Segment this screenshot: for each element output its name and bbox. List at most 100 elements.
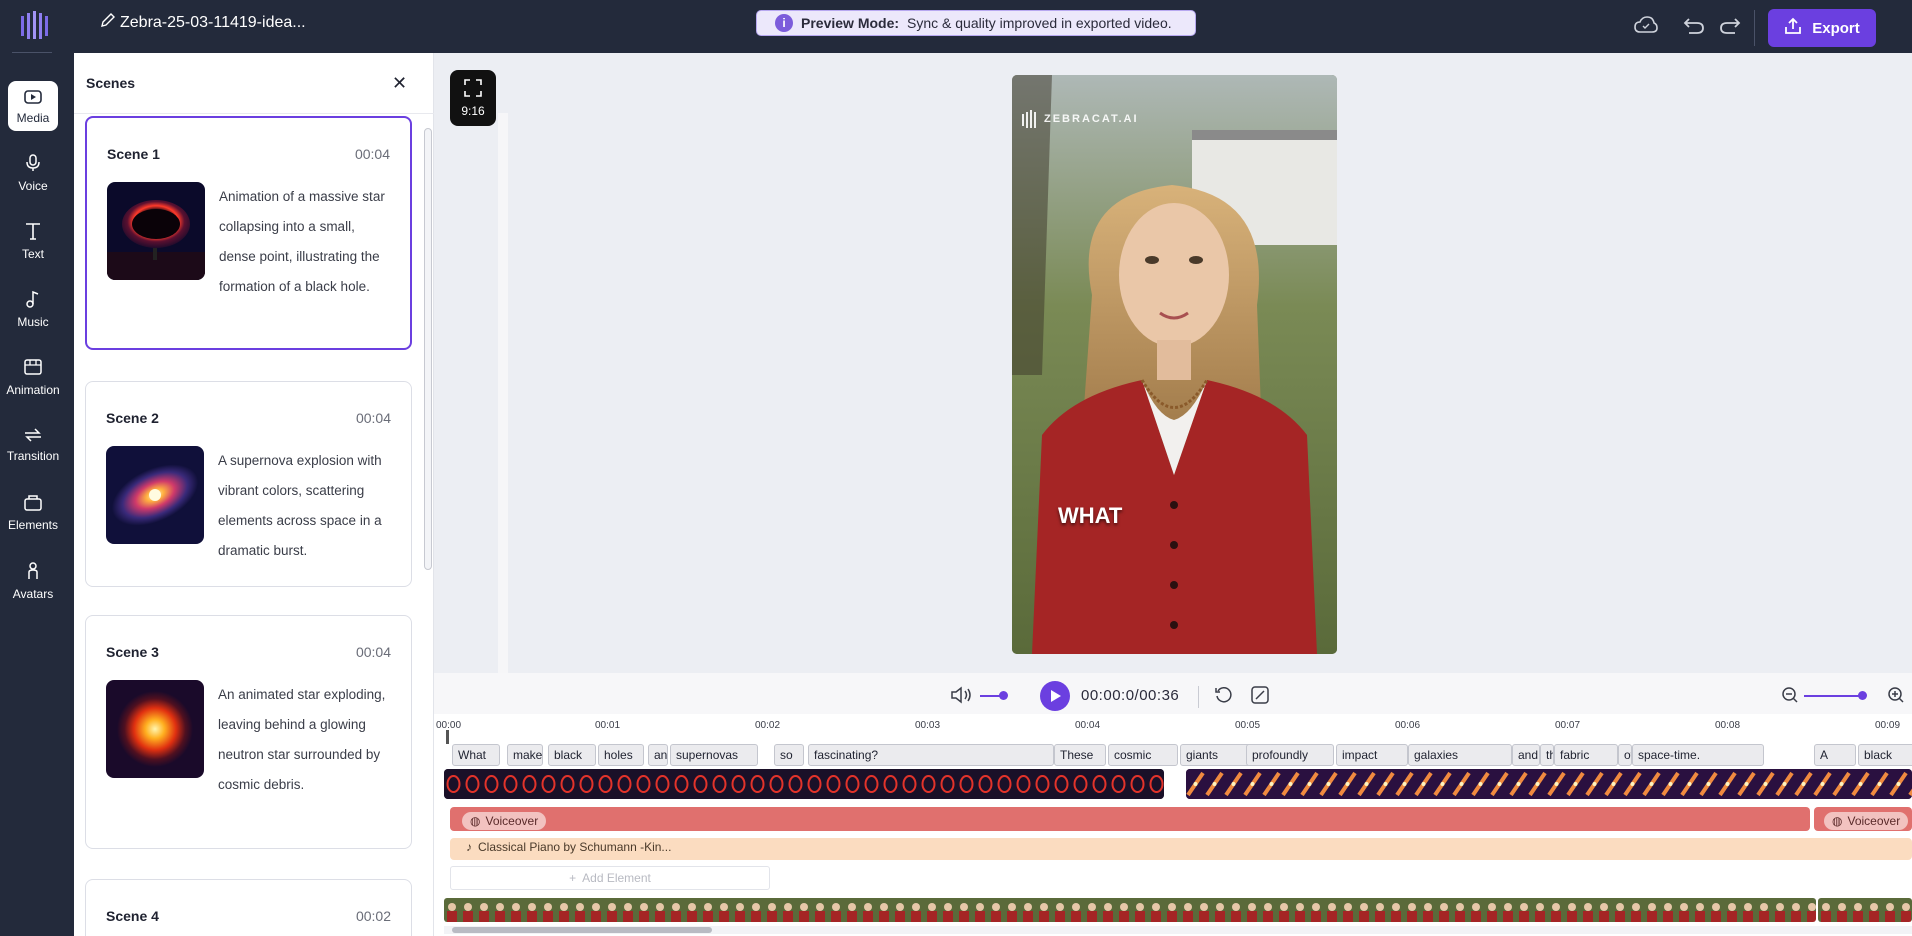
aspect-ratio-button[interactable]: 9:16 bbox=[450, 70, 496, 126]
volume-slider-knob[interactable] bbox=[999, 691, 1008, 700]
word-chip[interactable]: of bbox=[1618, 744, 1632, 766]
word-chip[interactable]: giants bbox=[1180, 744, 1256, 766]
presenter-avatar-image bbox=[1012, 75, 1337, 654]
add-element-label: Add Element bbox=[582, 871, 651, 885]
word-chip[interactable]: fabric bbox=[1554, 744, 1618, 766]
scene-thumbnail[interactable] bbox=[107, 182, 205, 280]
ruler-tick: 00:01 bbox=[595, 720, 621, 731]
controls-divider bbox=[1198, 686, 1199, 708]
word-chip[interactable]: impact bbox=[1336, 744, 1408, 766]
aspect-ratio-label: 9:16 bbox=[461, 103, 485, 118]
upload-icon bbox=[1784, 17, 1802, 39]
scene-card[interactable]: Scene 1 00:04 Animation of a massive sta… bbox=[85, 116, 412, 350]
video-caption[interactable]: WHAT bbox=[1058, 503, 1122, 529]
info-icon: i bbox=[775, 14, 793, 32]
video-preview[interactable]: ZEBRACAT.AI WHAT bbox=[1012, 75, 1337, 654]
word-chip[interactable]: and bbox=[648, 744, 668, 766]
scenes-scrollbar[interactable] bbox=[424, 128, 432, 570]
ruler-tick: 00:07 bbox=[1555, 720, 1581, 731]
nav-animation[interactable]: Animation bbox=[0, 349, 66, 405]
cloud-save-icon[interactable] bbox=[1634, 14, 1658, 38]
scenes-panel: Scenes ✕ Scene 1 00:04 Animation of a ma… bbox=[74, 53, 508, 936]
ruler-tick: 00:02 bbox=[755, 720, 781, 731]
nav-avatars[interactable]: Avatars bbox=[0, 553, 66, 609]
add-element-button[interactable]: + Add Element bbox=[450, 866, 770, 890]
word-chip[interactable]: so bbox=[774, 744, 804, 766]
scene-name: Scene 2 bbox=[106, 410, 159, 426]
word-chip[interactable]: supernovas bbox=[670, 744, 758, 766]
music-note-icon: ♪ bbox=[466, 840, 472, 854]
fullscreen-icon bbox=[464, 78, 482, 100]
nav-voice[interactable]: Voice bbox=[0, 145, 66, 201]
word-chip[interactable]: profoundly bbox=[1246, 744, 1334, 766]
volume-icon[interactable] bbox=[950, 683, 974, 707]
word-chip[interactable]: black bbox=[1858, 744, 1912, 766]
zoom-slider-knob[interactable] bbox=[1858, 691, 1867, 700]
timecode: 00:00:0/00:36 bbox=[1081, 687, 1180, 704]
animation-icon bbox=[24, 358, 42, 379]
word-chip[interactable]: space-time. bbox=[1632, 744, 1764, 766]
close-icon[interactable]: ✕ bbox=[392, 73, 407, 94]
word-chip[interactable]: and bbox=[1512, 744, 1540, 766]
voiceover-track[interactable] bbox=[450, 807, 1810, 831]
nav-text[interactable]: Text bbox=[0, 213, 66, 269]
voiceover-chip[interactable]: ◍ Voiceover bbox=[1824, 812, 1909, 830]
avatar-track[interactable] bbox=[444, 898, 1816, 922]
replay-icon[interactable] bbox=[1212, 683, 1236, 707]
elements-icon bbox=[24, 494, 42, 514]
edit-frame-icon[interactable] bbox=[1248, 683, 1272, 707]
word-chip[interactable]: What bbox=[452, 744, 500, 766]
nav-elements-label: Elements bbox=[7, 517, 59, 532]
project-title[interactable]: Zebra-25-03-11419-idea... bbox=[100, 12, 306, 33]
scene-card[interactable]: Scene 4 00:02 bbox=[85, 879, 412, 936]
scene-thumbnail[interactable] bbox=[106, 446, 204, 544]
ruler-tick: 00:08 bbox=[1715, 720, 1741, 731]
preview-mode-banner: i Preview Mode: Sync & quality improved … bbox=[756, 10, 1196, 36]
word-chip[interactable]: A bbox=[1814, 744, 1856, 766]
nav-elements[interactable]: Elements bbox=[0, 485, 66, 541]
word-chip[interactable]: fascinating? bbox=[808, 744, 1054, 766]
avatar-track[interactable] bbox=[1818, 898, 1912, 922]
zoom-in-icon[interactable] bbox=[1884, 683, 1908, 707]
ruler-tick: 00:04 bbox=[1075, 720, 1101, 731]
voiceover-chip[interactable]: ◍ Voiceover bbox=[462, 812, 547, 830]
word-chip[interactable]: galaxies bbox=[1408, 744, 1512, 766]
nav-media[interactable]: Media bbox=[8, 81, 58, 131]
preview-banner-text: Sync & quality improved in exported vide… bbox=[907, 15, 1172, 31]
word-chip[interactable]: makes bbox=[507, 744, 543, 766]
nav-music[interactable]: Music bbox=[0, 281, 66, 337]
scene-description: A supernova explosion with vibrant color… bbox=[218, 453, 382, 558]
scene-card[interactable]: Scene 2 00:04 A supernova explosion with… bbox=[85, 381, 412, 587]
word-chip[interactable]: cosmic bbox=[1108, 744, 1178, 766]
word-chip[interactable]: holes bbox=[598, 744, 644, 766]
scene-name: Scene 3 bbox=[106, 644, 159, 660]
scene-clip-2[interactable] bbox=[1186, 769, 1912, 799]
watermark-text: ZEBRACAT.AI bbox=[1044, 113, 1139, 125]
redo-icon[interactable] bbox=[1718, 14, 1742, 38]
word-chip[interactable]: the bbox=[1540, 744, 1554, 766]
project-title-text[interactable]: Zebra-25-03-11419-idea... bbox=[120, 14, 306, 32]
ruler-tick: 00:03 bbox=[915, 720, 941, 731]
playhead[interactable] bbox=[446, 730, 449, 744]
scene-thumbnail[interactable] bbox=[106, 680, 204, 778]
music-clip[interactable]: ♪ Classical Piano by Schumann -Kin... bbox=[466, 840, 671, 854]
scene-duration: 00:04 bbox=[355, 644, 391, 660]
zoom-out-icon[interactable] bbox=[1778, 683, 1802, 707]
voiceover-label: Voiceover bbox=[485, 814, 539, 828]
zoom-slider-track bbox=[1804, 695, 1862, 697]
undo-icon[interactable] bbox=[1682, 14, 1706, 38]
scene-description: Animation of a massive star collapsing i… bbox=[219, 189, 385, 294]
word-chip[interactable]: black bbox=[548, 744, 596, 766]
pencil-icon[interactable] bbox=[100, 12, 116, 33]
word-chip[interactable]: These bbox=[1054, 744, 1106, 766]
zebracat-logo-icon[interactable] bbox=[20, 10, 48, 40]
scene-clip-1[interactable] bbox=[444, 769, 1164, 799]
export-label[interactable]: Export bbox=[1812, 20, 1860, 37]
nav-transition[interactable]: Transition bbox=[0, 417, 66, 473]
scene-description: An animated star exploding, leaving behi… bbox=[218, 687, 386, 792]
play-button[interactable] bbox=[1040, 681, 1070, 711]
export-button[interactable]: Export bbox=[1768, 9, 1876, 47]
text-icon bbox=[25, 222, 41, 243]
timeline-scrollbar[interactable] bbox=[452, 927, 712, 933]
scene-card[interactable]: Scene 3 00:04 An animated star exploding… bbox=[85, 615, 412, 849]
